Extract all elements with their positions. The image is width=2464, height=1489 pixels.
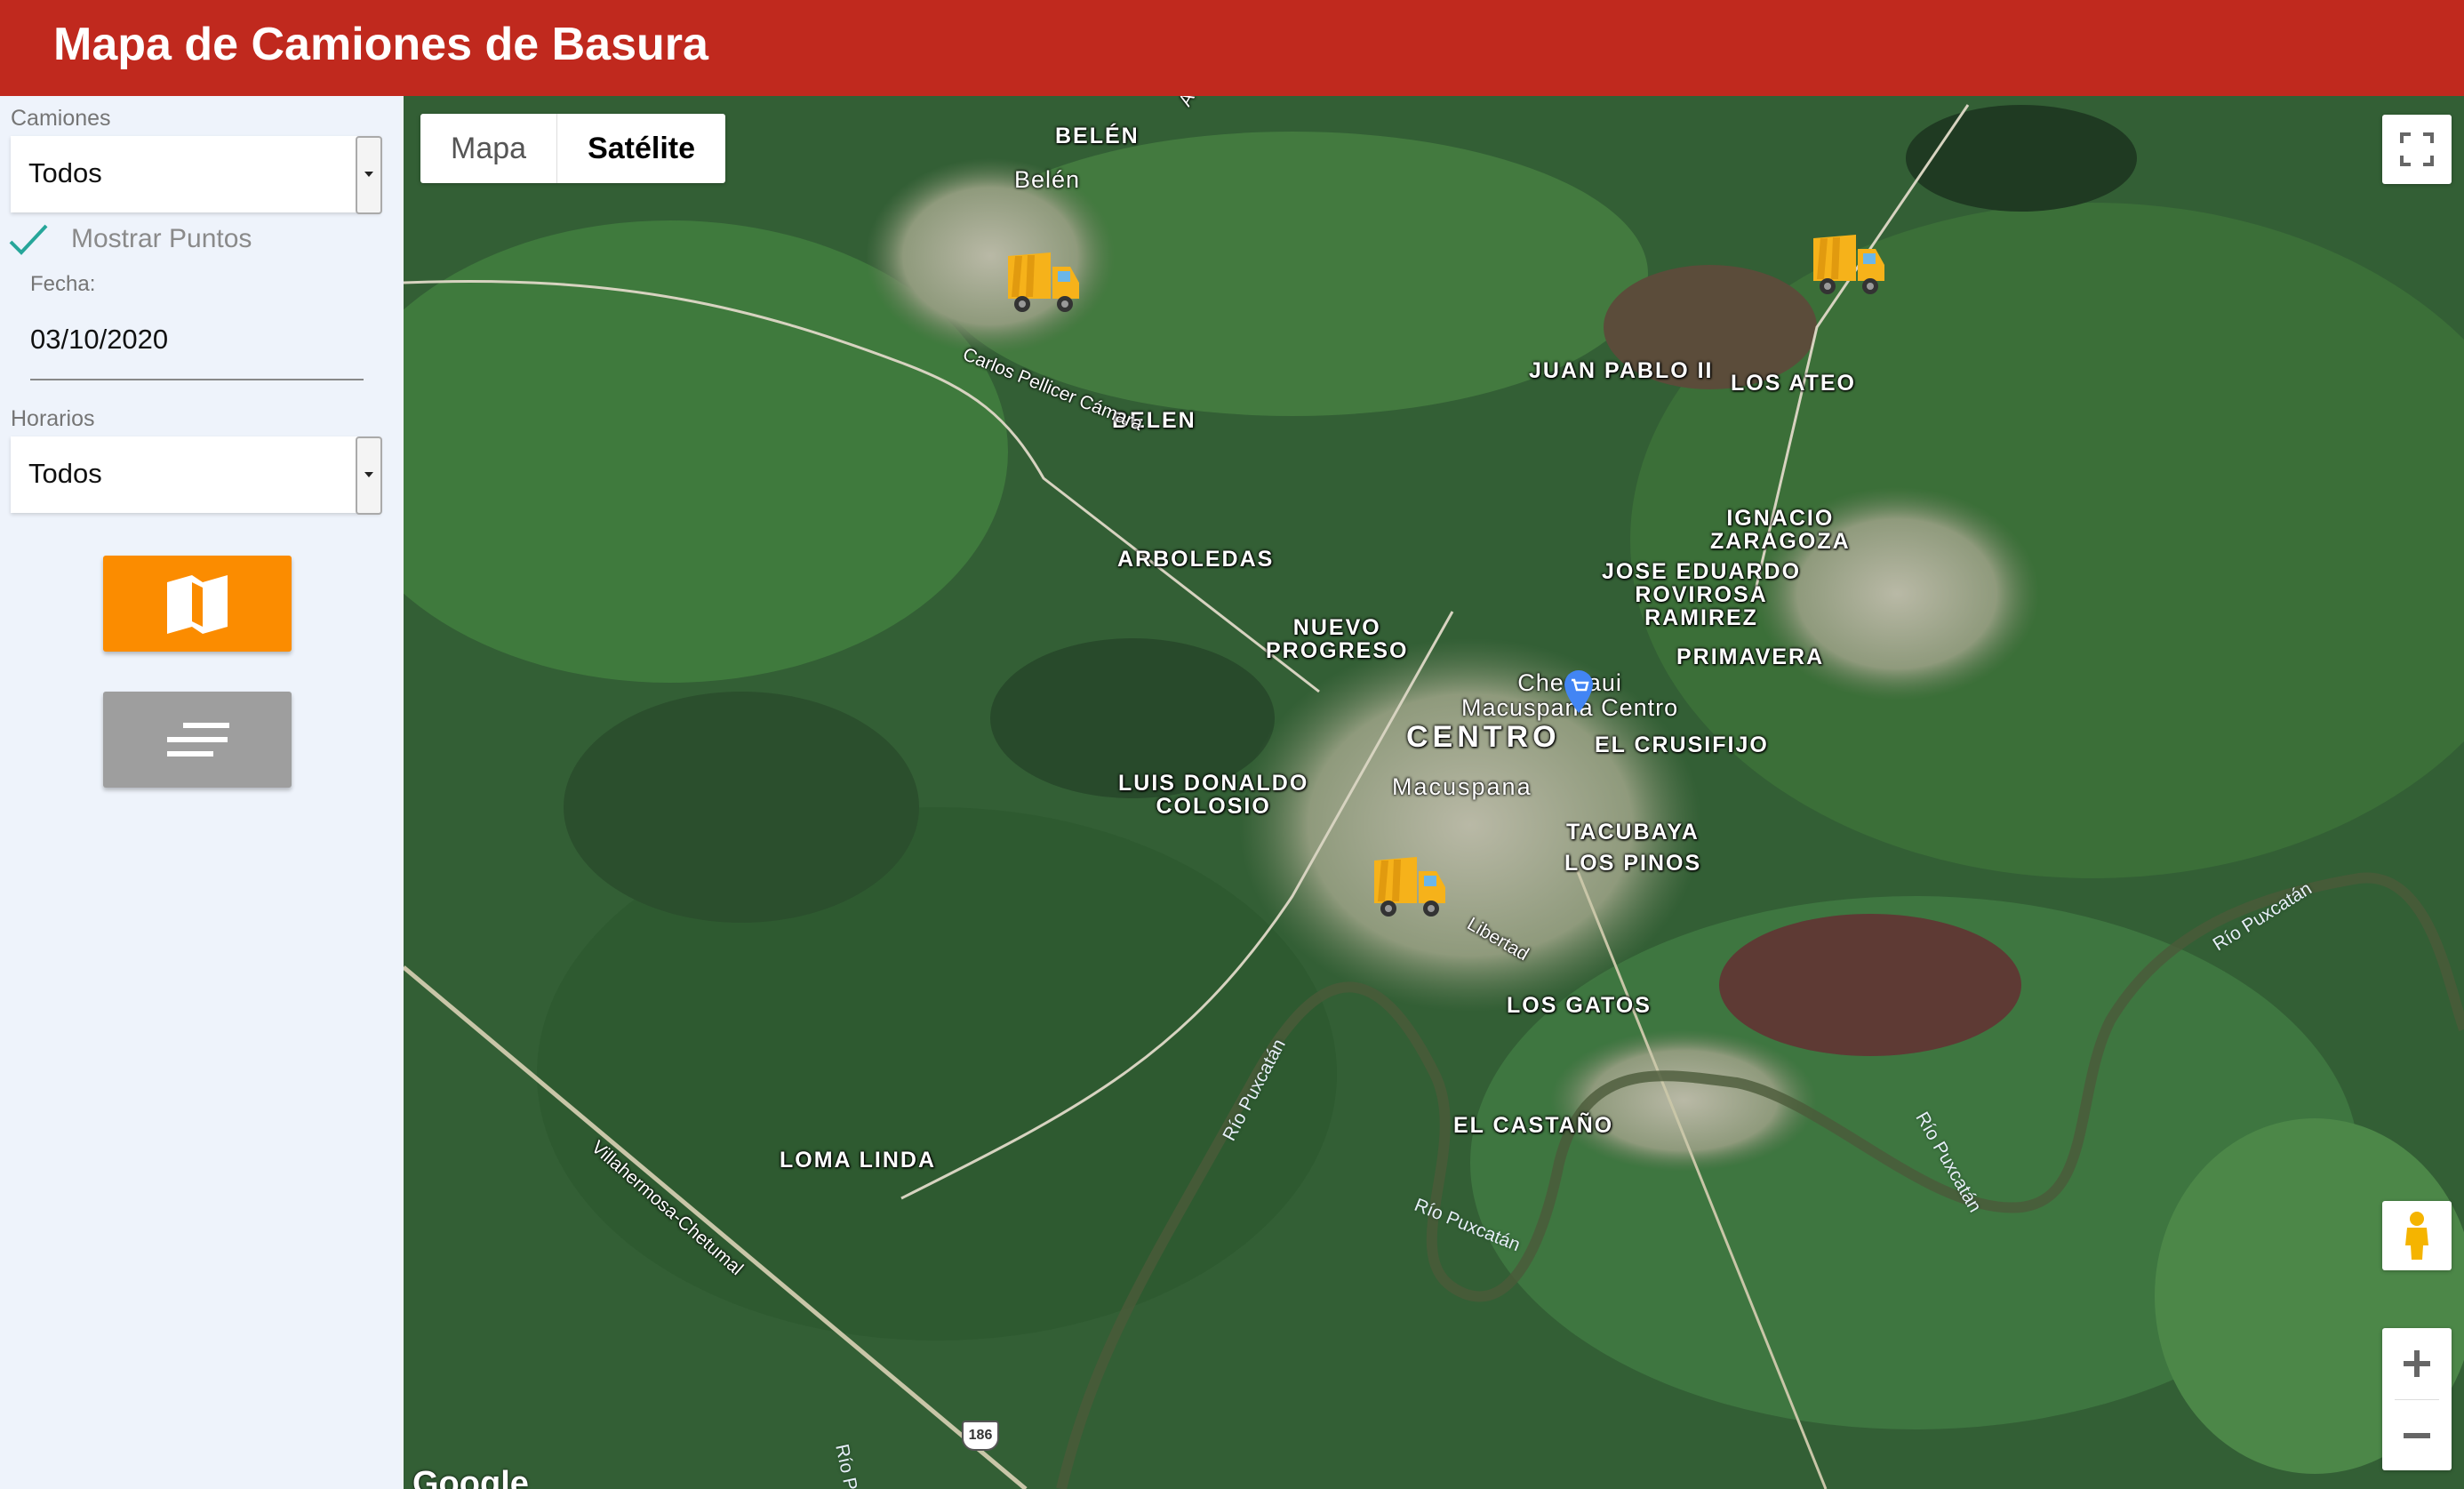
place-label: JUAN PABLO II [1529, 358, 1714, 383]
mostrar-puntos-label[interactable]: Mostrar Puntos [71, 224, 252, 254]
camiones-select-value: Todos [28, 157, 102, 188]
zoom-out-icon[interactable] [2382, 1400, 2452, 1470]
place-label: IGNACIO ZARAGOZA [1710, 506, 1851, 554]
show-list-button[interactable] [103, 692, 292, 788]
place-label: CENTRO [1406, 720, 1561, 754]
place-label: ARBOLEDAS [1117, 547, 1275, 572]
zoom-control [2382, 1328, 2452, 1470]
place-label: EL CASTAÑO [1453, 1113, 1614, 1138]
camiones-select[interactable]: Todos [11, 136, 382, 214]
horarios-select[interactable]: Todos [11, 436, 382, 515]
app-header: Mapa de Camiones de Basura [0, 0, 2464, 96]
map-icon [167, 575, 228, 634]
map-type-mapa-button[interactable]: Mapa [420, 114, 558, 183]
place-label: BELÉN [1055, 124, 1140, 148]
place-label: TACUBAYA [1566, 820, 1700, 845]
list-lines-icon [167, 723, 229, 757]
garbage-truck-icon[interactable] [1003, 247, 1083, 318]
horarios-select-value: Todos [28, 458, 102, 489]
fecha-underline [30, 379, 364, 380]
pegman-icon [2405, 1212, 2428, 1260]
horarios-dropdown-arrow-icon[interactable] [356, 436, 382, 515]
map-type-control: Mapa Satélite [420, 114, 726, 183]
place-label: LOS PINOS [1564, 851, 1702, 876]
street-view-button[interactable] [2382, 1201, 2452, 1270]
google-logo: Google [412, 1465, 529, 1489]
place-label: LOS ATEO [1731, 371, 1856, 396]
camiones-label: Camiones [11, 106, 111, 131]
fullscreen-button[interactable] [2382, 115, 2452, 184]
fullscreen-icon [2400, 132, 2434, 166]
map-type-satelite-button[interactable]: Satélite [557, 114, 725, 183]
fecha-input[interactable]: 03/10/2020 [30, 324, 168, 356]
app-title: Mapa de Camiones de Basura [53, 19, 708, 70]
place-label: Belén [1014, 166, 1081, 193]
garbage-truck-icon[interactable] [1808, 229, 1888, 300]
place-label: NUEVO PROGRESO [1266, 615, 1409, 663]
highway-shield-icon: 186 [962, 1421, 999, 1451]
place-label: Macuspana [1392, 773, 1532, 800]
shopping-pin-icon[interactable] [1561, 668, 1596, 715]
place-label: LOS GATOS [1507, 993, 1652, 1018]
place-label: LUIS DONALDO COLOSIO [1118, 771, 1309, 819]
check-icon[interactable] [7, 222, 50, 258]
sidebar: Camiones Todos Mostrar Puntos Fecha: 03/… [0, 96, 404, 1489]
map-view[interactable]: BELÉN Belén BELEN JUAN PABLO II LOS ATEO… [404, 96, 2464, 1489]
place-label: PRIMAVERA [1676, 644, 1825, 669]
place-label: EL CRUSIFIJO [1595, 732, 1769, 757]
horarios-label: Horarios [11, 406, 95, 431]
place-label: LOMA LINDA [780, 1148, 936, 1173]
place-label: JOSE EDUARDO ROVIROSA RAMIREZ [1602, 559, 1802, 630]
fecha-label: Fecha: [30, 272, 96, 296]
garbage-truck-icon[interactable] [1369, 852, 1449, 923]
show-map-button[interactable] [103, 556, 292, 652]
zoom-in-icon[interactable] [2382, 1328, 2452, 1399]
camiones-dropdown-arrow-icon[interactable] [356, 136, 382, 214]
